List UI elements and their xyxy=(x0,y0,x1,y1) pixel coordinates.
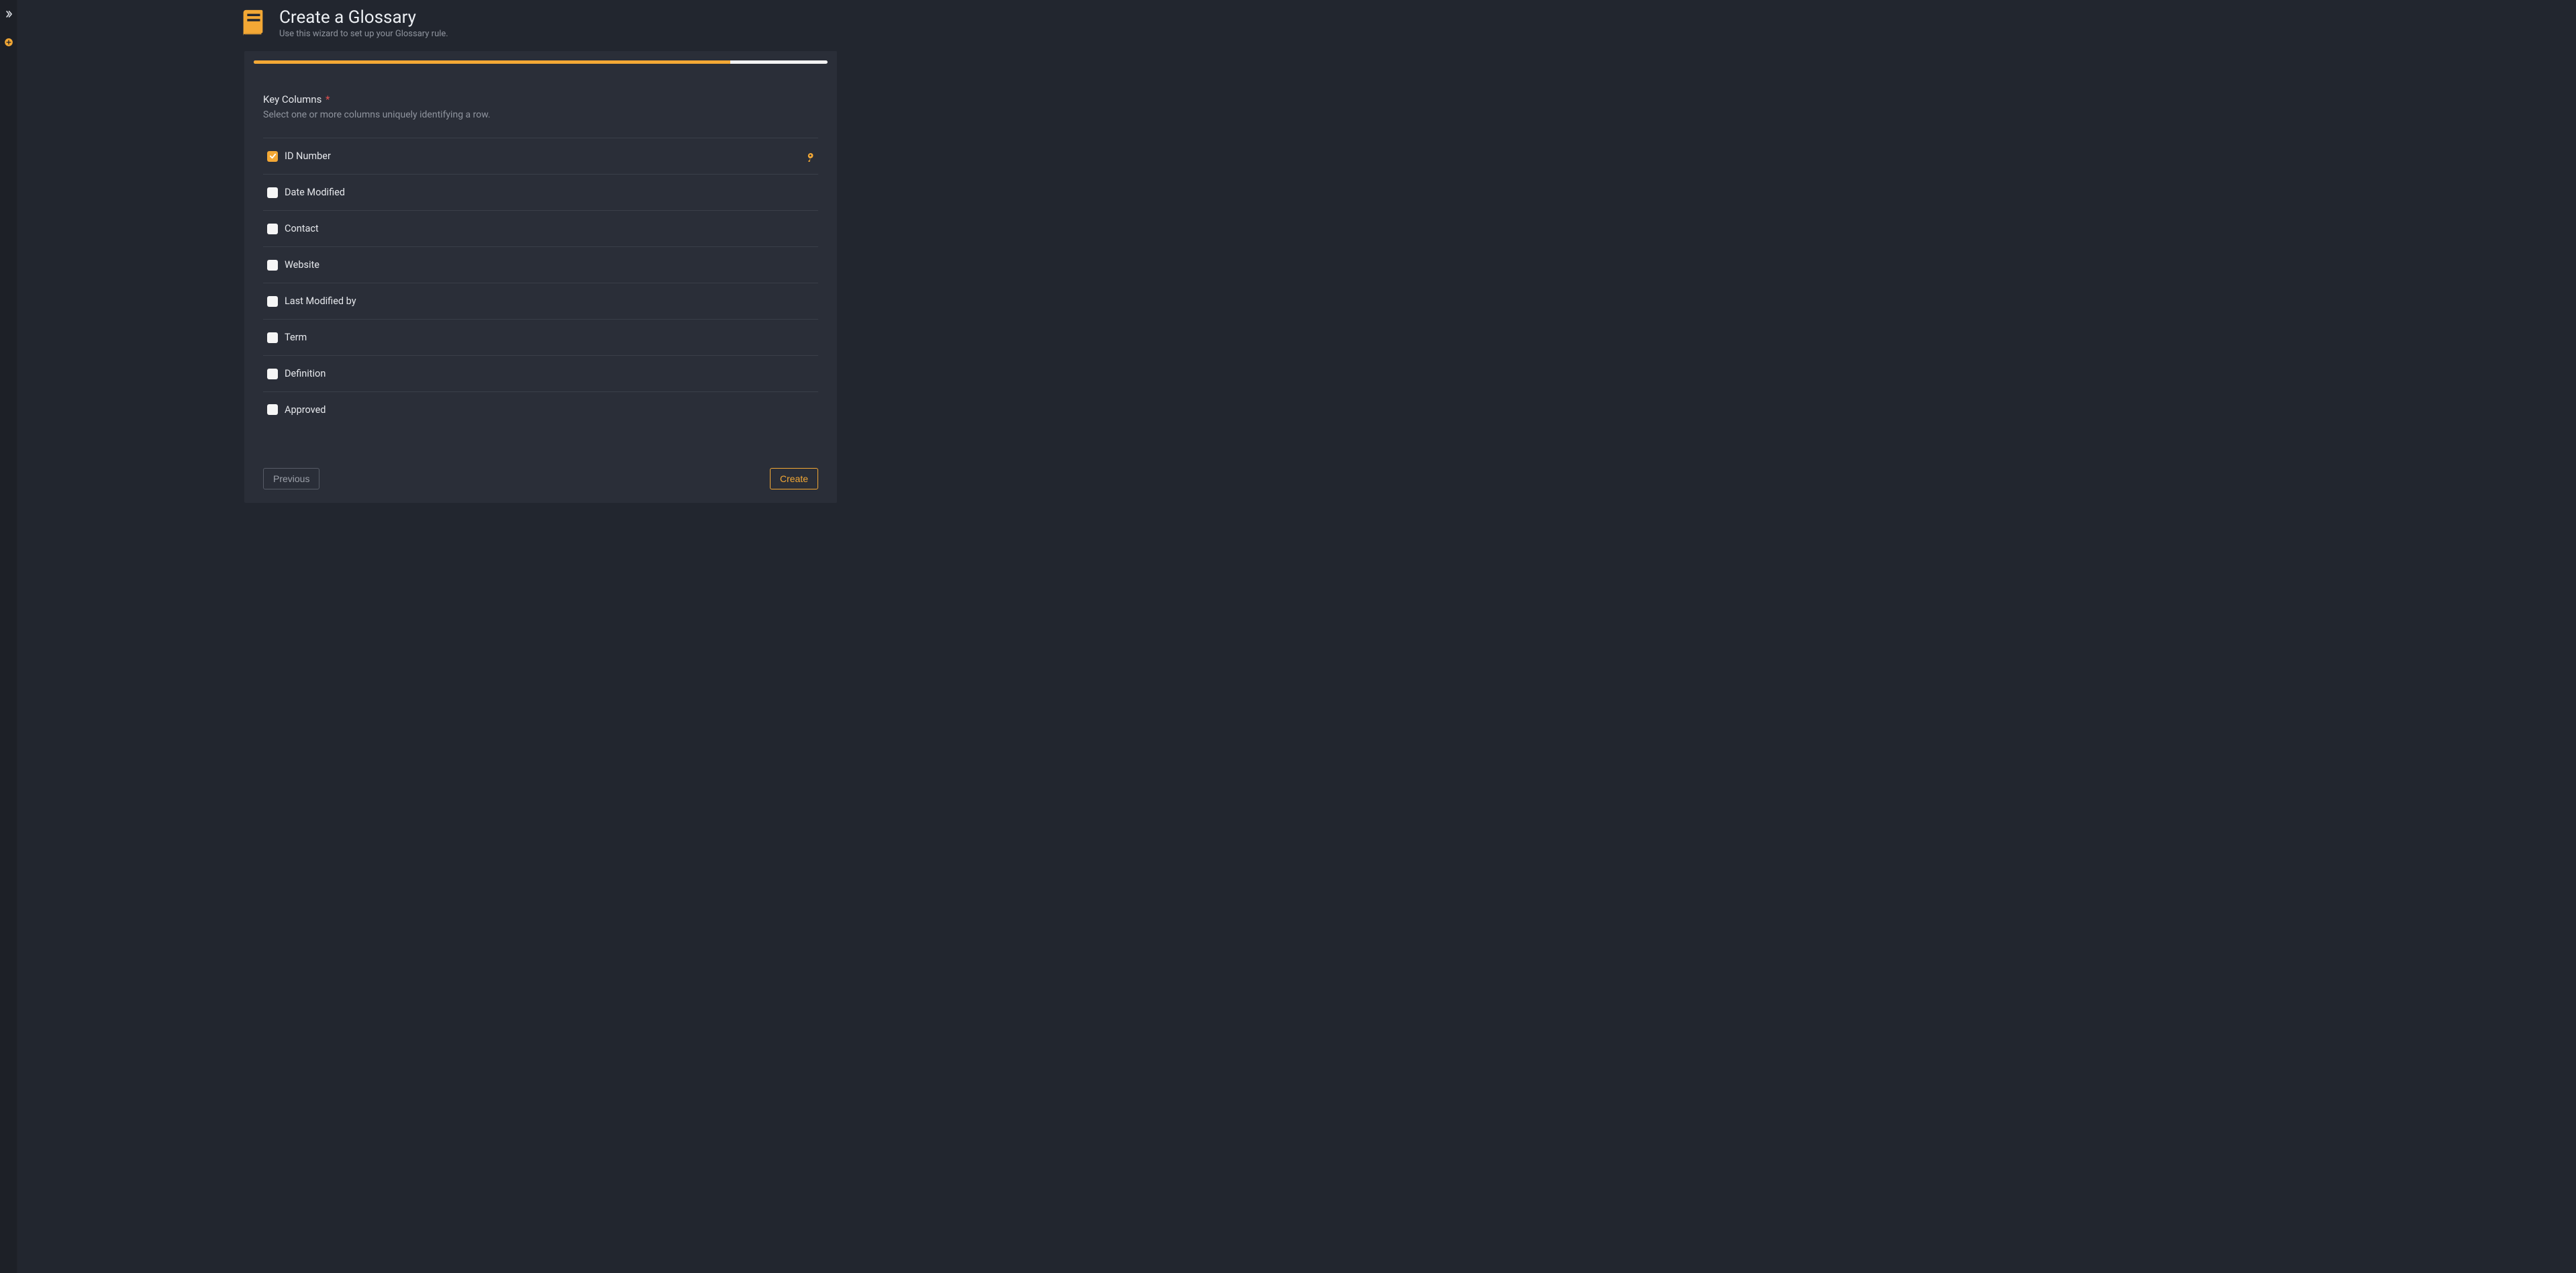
add-icon[interactable] xyxy=(4,38,13,47)
column-row[interactable]: Last Modified by xyxy=(263,283,818,319)
column-row[interactable]: Definition xyxy=(263,355,818,391)
page-header: Create a Glossary Use this wizard to set… xyxy=(236,7,2576,39)
column-row[interactable]: Contact xyxy=(263,210,818,246)
column-list: ID Number Date Modified Contact Website Last… xyxy=(263,138,818,428)
column-label: Last Modified by xyxy=(285,295,356,307)
create-button[interactable]: Create xyxy=(770,468,818,489)
column-label: Date Modified xyxy=(285,187,345,198)
wizard-footer: Previous Create xyxy=(263,468,818,489)
expand-sidebar-icon[interactable] xyxy=(4,9,13,19)
column-label: Contact xyxy=(285,223,319,234)
column-label: Term xyxy=(285,332,307,343)
main-content: Create a Glossary Use this wizard to set… xyxy=(17,0,2576,1273)
column-checkbox[interactable] xyxy=(267,187,278,198)
section-title-text: Key Columns xyxy=(263,93,321,105)
key-icon xyxy=(803,151,814,162)
section-subtitle: Select one or more columns uniquely iden… xyxy=(263,109,828,120)
column-checkbox[interactable] xyxy=(267,332,278,343)
column-row[interactable]: Date Modified xyxy=(263,174,818,210)
column-label: Approved xyxy=(285,404,326,416)
column-label: Definition xyxy=(285,368,326,379)
previous-button[interactable]: Previous xyxy=(263,468,319,489)
progress-fill xyxy=(254,60,730,64)
page-title: Create a Glossary xyxy=(279,7,448,28)
wizard-card: Key Columns * Select one or more columns… xyxy=(244,51,837,503)
column-row[interactable]: ID Number xyxy=(263,138,818,174)
column-row[interactable]: Approved xyxy=(263,391,818,428)
glossary-book-icon xyxy=(236,7,268,39)
column-checkbox[interactable] xyxy=(267,369,278,379)
left-rail xyxy=(0,0,17,1273)
page-subtitle: Use this wizard to set up your Glossary … xyxy=(279,29,448,39)
column-row[interactable]: Website xyxy=(263,246,818,283)
column-row[interactable]: Term xyxy=(263,319,818,355)
progress-bar xyxy=(254,60,828,64)
column-checkbox[interactable] xyxy=(267,151,278,162)
column-label: ID Number xyxy=(285,150,331,162)
section-title: Key Columns * xyxy=(263,93,828,105)
column-checkbox[interactable] xyxy=(267,296,278,307)
column-checkbox[interactable] xyxy=(267,224,278,234)
column-label: Website xyxy=(285,259,319,271)
required-marker: * xyxy=(326,93,330,105)
column-checkbox[interactable] xyxy=(267,404,278,415)
column-checkbox[interactable] xyxy=(267,260,278,271)
